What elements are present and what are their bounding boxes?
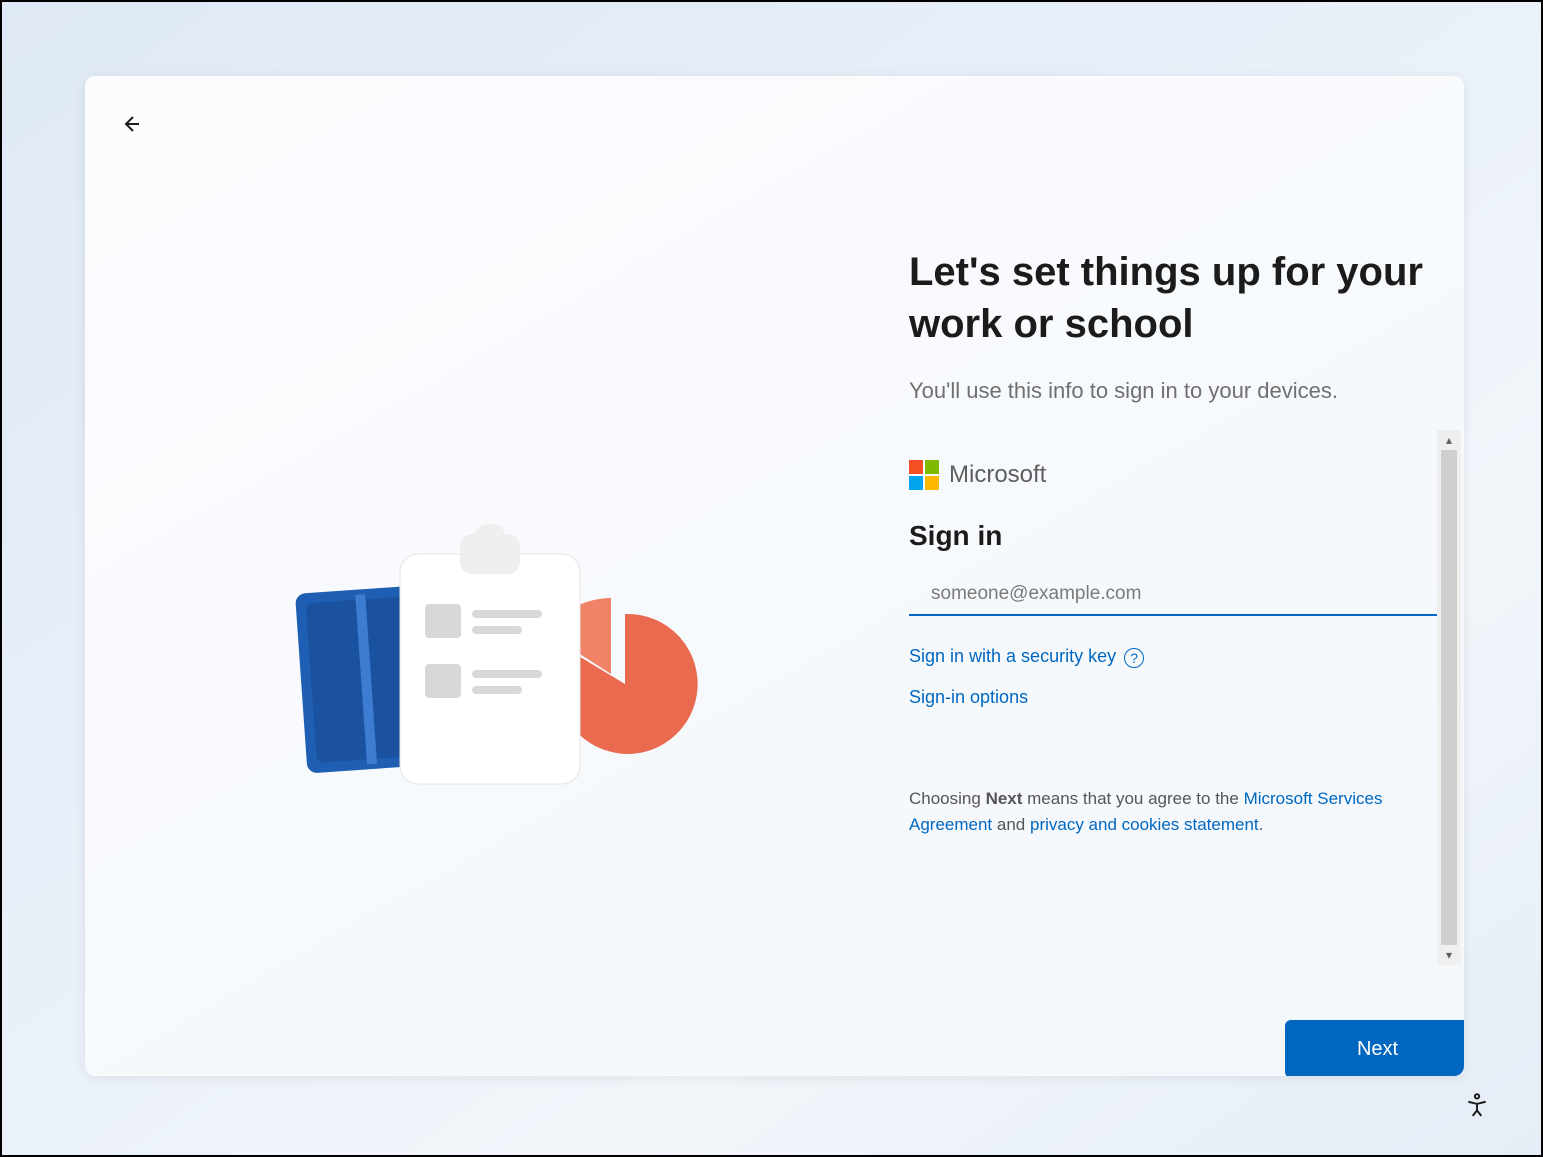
privacy-statement-link[interactable]: privacy and cookies statement [1030,815,1259,834]
brand-name: Microsoft [949,461,1046,489]
agreement-text: Choosing Next means that you agree to th… [909,786,1424,837]
email-field[interactable] [909,574,1456,616]
signin-heading: Sign in [909,520,1464,552]
form-column: Let's set things up for your work or sch… [909,246,1464,837]
security-key-link[interactable]: Sign in with a security key [909,646,1116,667]
microsoft-logo-icon [909,460,939,490]
chevron-up-icon[interactable]: ▴ [1446,434,1452,446]
back-button[interactable] [111,106,151,146]
page-title: Let's set things up for your work or sch… [909,246,1464,350]
arrow-left-icon [119,112,143,141]
agreement-prefix: Choosing [909,789,986,808]
scrollbar-thumb[interactable] [1441,450,1457,945]
brand-row: Microsoft [909,460,1464,490]
setup-illustration [285,524,715,804]
accessibility-icon [1464,1092,1490,1123]
scrollbar[interactable]: ▴ ▾ [1437,430,1461,965]
help-icon[interactable]: ? [1124,648,1144,668]
agreement-mid: means that you agree to the [1022,789,1243,808]
agreement-sep: and [992,815,1030,834]
chevron-down-icon[interactable]: ▾ [1446,949,1452,961]
next-button[interactable]: Next [1285,1020,1464,1076]
setup-card: Let's set things up for your work or sch… [85,76,1464,1076]
accessibility-button[interactable] [1459,1089,1495,1125]
signin-options-link[interactable]: Sign-in options [909,687,1028,708]
page-subtitle: You'll use this info to sign in to your … [909,378,1464,404]
agreement-strong: Next [986,789,1023,808]
signin-frame: Microsoft Sign in Sign in with a securit… [909,460,1464,837]
agreement-suffix: . [1259,815,1264,834]
